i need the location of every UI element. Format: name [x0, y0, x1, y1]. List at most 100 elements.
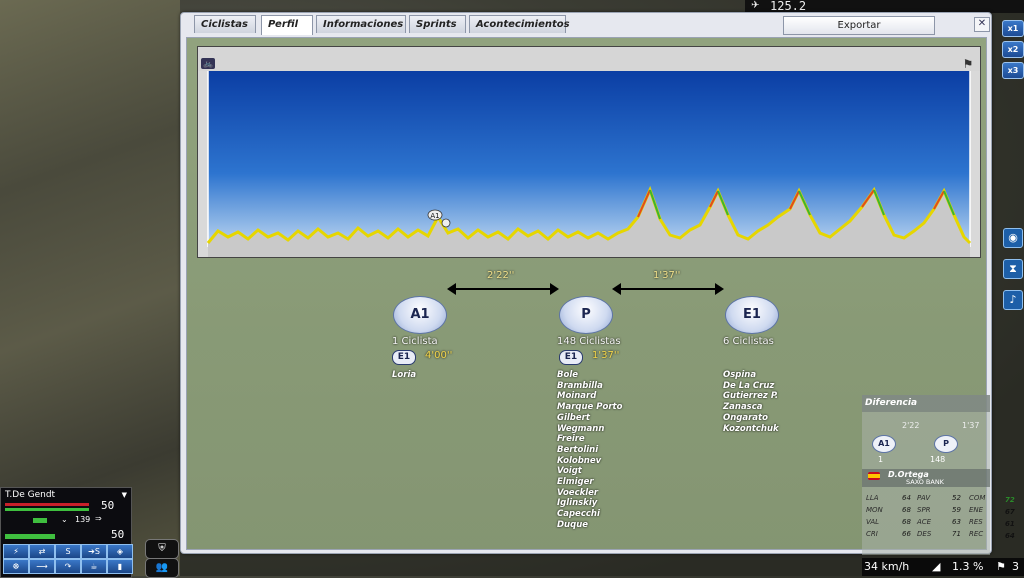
- current-position: 3: [1012, 560, 1019, 573]
- rider-name[interactable]: Kozontchuk: [723, 424, 779, 435]
- follow-icon[interactable]: ⟶: [29, 559, 55, 574]
- energy-bar: [5, 503, 89, 506]
- rider-name[interactable]: Freire: [557, 434, 622, 445]
- profile-marker-a1: A1: [430, 212, 439, 220]
- diferencia-count-p: 148: [930, 455, 946, 464]
- rider-name[interactable]: Moinard: [557, 391, 622, 402]
- rider-name[interactable]: Duque: [557, 520, 622, 531]
- rider-name[interactable]: Voigt: [557, 466, 622, 477]
- stat-value: 68: [902, 518, 911, 526]
- rider-name[interactable]: Ospina: [723, 370, 779, 381]
- rider-name[interactable]: Loria: [392, 370, 416, 381]
- shield-icon[interactable]: ◈: [107, 544, 133, 559]
- group-e1-riders: Ospina De La Cruz Gutierrez P. Zanasca O…: [723, 370, 779, 434]
- diferencia-group-p[interactable]: P: [934, 435, 958, 453]
- current-gradient: 1.3 %: [952, 560, 984, 573]
- current-speed: 34 km/h: [864, 560, 910, 573]
- rider-name[interactable]: De La Cruz: [723, 381, 779, 392]
- rider-name[interactable]: Marque Porto: [557, 402, 622, 413]
- group-e1-oval[interactable]: E1: [725, 296, 779, 334]
- gap-arrow-p-e1: [612, 282, 724, 295]
- effort-indicator: [33, 518, 47, 523]
- group-a1-riders: Loria: [392, 370, 416, 381]
- gradient-icon: ◢: [932, 560, 941, 573]
- stat-label: LLA: [866, 494, 879, 502]
- group-icon[interactable]: ☸: [3, 559, 29, 574]
- sprint-follow-button[interactable]: ➔S: [81, 544, 107, 559]
- rider-panel-name: T.De Gendt: [5, 490, 56, 500]
- rider-name[interactable]: Bertolini: [557, 445, 622, 456]
- flag-icon: ⚑: [996, 560, 1006, 573]
- rider-name[interactable]: Capecchi: [557, 509, 622, 520]
- stat-label: DES: [917, 530, 932, 538]
- tab-informaciones[interactable]: Informaciones: [316, 15, 406, 33]
- selected-rider-row[interactable]: D.Ortega SAXO BANK: [862, 469, 990, 487]
- export-button[interactable]: Exportar: [783, 16, 935, 35]
- feed-icon[interactable]: ☕: [81, 559, 107, 574]
- stat-value: 71: [952, 530, 961, 538]
- group-a1-badge: E1: [392, 350, 416, 365]
- stamina-bar: [5, 508, 89, 511]
- tab-ciclistas[interactable]: Ciclistas: [194, 15, 256, 33]
- rider-name[interactable]: Gilbert: [557, 413, 622, 424]
- rider-name[interactable]: Wegmann: [557, 424, 622, 435]
- rider-name[interactable]: Iglinskiy: [557, 498, 622, 509]
- group-a1-oval[interactable]: A1: [393, 296, 447, 334]
- rider-name[interactable]: Bole: [557, 370, 622, 381]
- effort-value: 139: [75, 515, 91, 524]
- rider-name[interactable]: Kolobnev: [557, 456, 622, 467]
- effort-unit: ⇒: [95, 514, 102, 523]
- cyclist-icon: 🚲: [201, 58, 215, 69]
- stat-label: SPR: [917, 506, 931, 514]
- rider-name[interactable]: Ongarato: [723, 413, 779, 424]
- gap-label-p-e1: 1'37'': [653, 270, 681, 281]
- music-icon[interactable]: ♪: [1003, 290, 1023, 310]
- rider-name[interactable]: Zanasca: [723, 402, 779, 413]
- tab-perfil[interactable]: Perfil: [261, 15, 313, 35]
- selected-rider-team: SAXO BANK: [906, 478, 944, 486]
- bottle-icon[interactable]: ▮: [107, 559, 133, 574]
- stat-label: VAL: [866, 518, 880, 526]
- right-tool-icons: ◉ ⧗ ♪: [1003, 228, 1023, 321]
- stat-value: 59: [952, 506, 961, 514]
- stamina-value: 50: [111, 528, 125, 541]
- attack-icon[interactable]: ⚡: [3, 544, 29, 559]
- rider-name[interactable]: Brambilla: [557, 381, 622, 392]
- stat-value: 63: [952, 518, 961, 526]
- stat-label: MON: [866, 506, 883, 514]
- hourglass-icon[interactable]: ⧗: [1003, 259, 1023, 279]
- stat-value: 68: [902, 506, 911, 514]
- team-riders-button[interactable]: 👥: [145, 558, 179, 578]
- effort-chevron-icon[interactable]: ⌄: [61, 515, 68, 524]
- gap-label-a1-p: 2'22'': [487, 270, 515, 281]
- stat-label: ENE: [969, 506, 984, 514]
- stat-label: CRI: [866, 530, 878, 538]
- tab-sprints[interactable]: Sprints: [409, 15, 466, 33]
- speed-x3-button[interactable]: x3: [1002, 62, 1024, 79]
- stat-value: 67: [1005, 508, 1015, 516]
- rider-name[interactable]: Elmiger: [557, 477, 622, 488]
- rider-name[interactable]: Gutierrez P.: [723, 391, 779, 402]
- diferencia-group-a1[interactable]: A1: [872, 435, 896, 453]
- rider-name[interactable]: Voeckler: [557, 488, 622, 499]
- spain-flag-icon: [868, 472, 880, 480]
- group-a1-count: 1 Ciclista: [392, 336, 438, 347]
- curve-icon[interactable]: ↷: [55, 559, 81, 574]
- group-p-count: 148 Ciclistas: [557, 336, 621, 347]
- speed-x2-button[interactable]: x2: [1002, 41, 1024, 58]
- speed-buttons: x1 x2 x3: [1000, 20, 1024, 83]
- rider-select-dropdown-icon[interactable]: ▼: [122, 491, 127, 499]
- stat-value: 72: [1005, 496, 1015, 504]
- stage-profile-graph: A1: [198, 47, 980, 257]
- close-button[interactable]: ✕: [974, 17, 990, 32]
- bottom-status-bar: 34 km/h ◢ 1.3 % ⚑ 3: [862, 558, 1024, 576]
- stat-label: REC: [969, 530, 984, 538]
- relay-icon[interactable]: ⇄: [29, 544, 55, 559]
- stat-label: COM: [969, 494, 986, 502]
- team-shield-button[interactable]: ⛨: [145, 539, 179, 559]
- speed-x1-button[interactable]: x1: [1002, 20, 1024, 37]
- group-p-oval[interactable]: P: [559, 296, 613, 334]
- tab-acontecimientos[interactable]: Acontecimientos: [469, 15, 570, 33]
- sprint-button[interactable]: S: [55, 544, 81, 559]
- eye-icon[interactable]: ◉: [1003, 228, 1023, 248]
